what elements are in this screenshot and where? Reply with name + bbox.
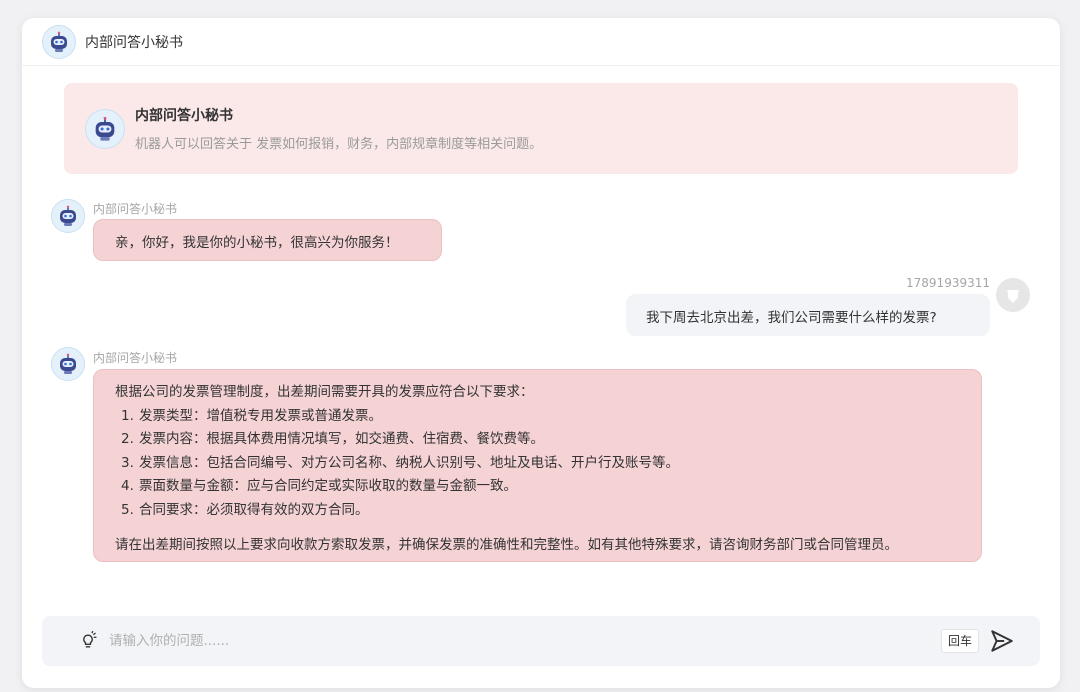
answer-list: 1. 发票类型：增值税专用发票或普通发票。 2. 发票内容：根据具体费用情况填写，如… xyxy=(115,405,961,523)
robot-icon xyxy=(42,24,76,59)
message-sender: 内部问答小秘书 xyxy=(93,351,178,365)
intro-description: 机器人可以回答关于 发票如何报销，财务，内部规章制度等相关问题。 xyxy=(135,137,543,152)
send-icon[interactable] xyxy=(988,627,1016,655)
list-text: 发票信息：包括合同编号、对方公司名称、纳税人识别号、地址及电话、开户行及账号等。 xyxy=(139,454,679,471)
enter-key-hint: 回车 xyxy=(941,629,980,653)
message-input-bar: 回车 xyxy=(42,616,1040,666)
message-bubble: 亲，你好，我是你的小秘书，很高兴为你服务！ xyxy=(93,219,442,261)
message-bubble: 根据公司的发票管理制度，出差期间需要开具的发票应符合以下要求： 1. 发票类型：增… xyxy=(93,369,982,562)
list-number: 1. xyxy=(121,407,134,424)
answer-closing: 请在出差期间按照以上要求向收款方索取发票，并确保发票的准确性和完整性。如有其他特… xyxy=(115,537,898,553)
question-input[interactable] xyxy=(109,633,909,649)
list-number: 3. xyxy=(121,454,134,471)
list-item: 5. 合同要求：必须取得有效的双方合同。 xyxy=(121,499,961,523)
user-avatar-icon xyxy=(996,278,1030,312)
lightbulb-icon[interactable] xyxy=(77,630,99,652)
list-text: 发票内容：根据具体费用情况填写，如交通费、住宿费、餐饮费等。 xyxy=(139,431,544,447)
intro-name: 内部问答小秘书 xyxy=(135,108,233,124)
message-sender: 17891939311 xyxy=(906,276,990,290)
robot-icon xyxy=(85,108,125,149)
robot-icon xyxy=(51,347,85,381)
list-text: 合同要求：必须取得有效的双方合同。 xyxy=(139,501,369,518)
message-sender: 内部问答小秘书 xyxy=(93,202,178,216)
list-item: 3. 发票信息：包括合同编号、对方公司名称、纳税人识别号、地址及电话、开户行及账号… xyxy=(121,452,961,476)
answer-intro: 根据公司的发票管理制度，出差期间需要开具的发票应符合以下要求： xyxy=(115,384,534,400)
list-text: 发票类型：增值税专用发票或普通发票。 xyxy=(139,407,382,424)
robot-icon xyxy=(51,199,85,233)
list-number: 5. xyxy=(121,501,134,518)
list-number: 2. xyxy=(121,431,134,447)
header-title: 内部问答小秘书 xyxy=(85,34,183,51)
list-item: 4. 票面数量与金额：应与合同约定或实际收取的数量与金额一致。 xyxy=(121,475,961,499)
list-number: 4. xyxy=(121,478,134,494)
intro-card: 内部问答小秘书 机器人可以回答关于 发票如何报销，财务，内部规章制度等相关问题。 xyxy=(64,83,1018,174)
user-message-bubble: 我下周去北京出差，我们公司需要什么样的发票? xyxy=(626,294,990,336)
chat-window: 内部问答小秘书 内部问答小秘书 机器人可以回答关于 发票如何报销，财务，内部规章… xyxy=(22,18,1060,688)
list-text: 票面数量与金额：应与合同约定或实际收取的数量与金额一致。 xyxy=(139,478,517,494)
list-item: 1. 发票类型：增值税专用发票或普通发票。 xyxy=(121,405,961,429)
list-item: 2. 发票内容：根据具体费用情况填写，如交通费、住宿费、餐饮费等。 xyxy=(121,428,961,452)
chat-header: 内部问答小秘书 xyxy=(22,18,1060,66)
